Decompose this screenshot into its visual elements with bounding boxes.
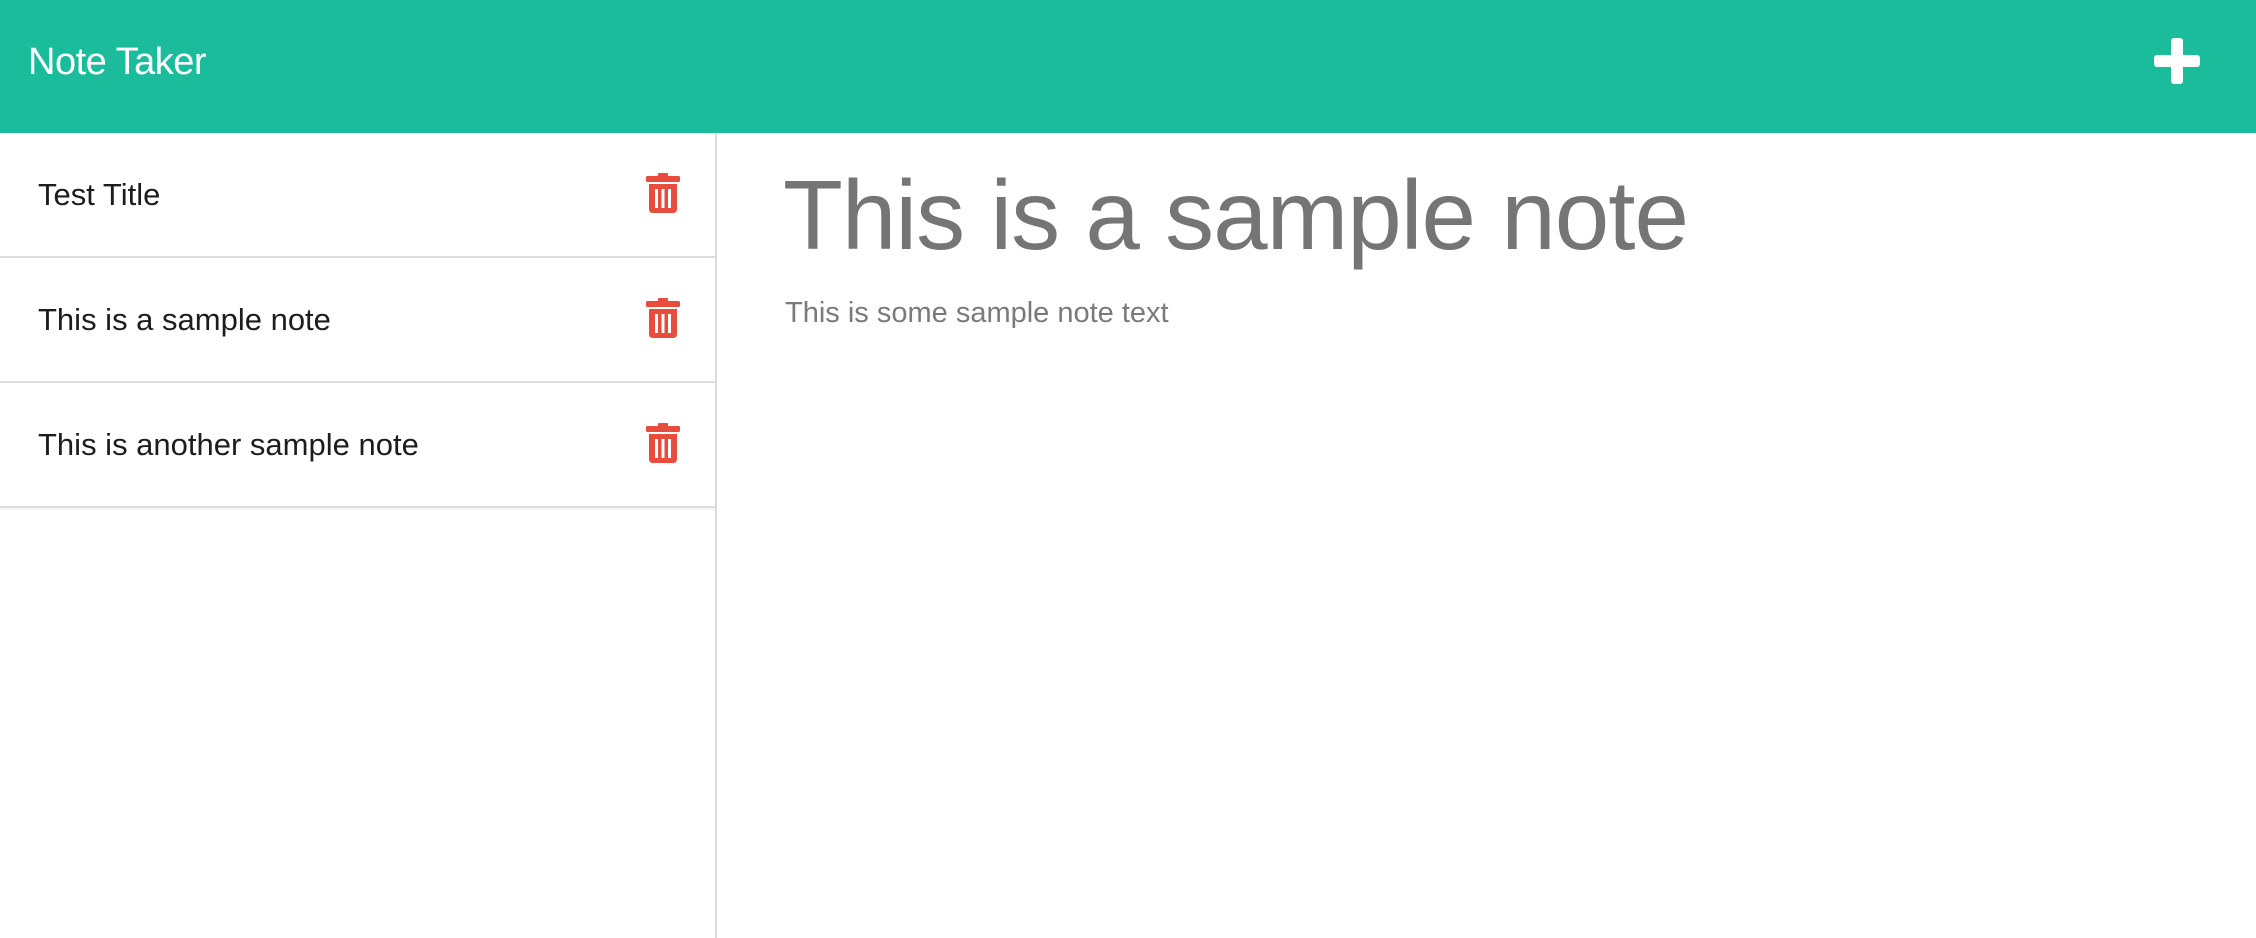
note-editor: This is a sample note This is some sampl… xyxy=(717,133,2256,938)
note-list-title: This is another sample note xyxy=(38,427,419,462)
list-item[interactable]: Test Title xyxy=(0,133,715,258)
list-item[interactable]: This is a sample note xyxy=(0,258,715,383)
app-brand[interactable]: Note Taker xyxy=(28,38,207,86)
trash-icon xyxy=(646,423,680,463)
list-item[interactable]: This is another sample note xyxy=(0,383,715,508)
note-list-title: This is a sample note xyxy=(38,302,331,337)
delete-note-button[interactable] xyxy=(646,298,680,338)
note-list-title: Test Title xyxy=(38,177,161,212)
note-list-sidebar: Test Title This is a sample note This is… xyxy=(0,133,717,938)
trash-icon xyxy=(646,173,680,213)
plus-icon xyxy=(2154,38,2200,84)
delete-note-button[interactable] xyxy=(646,423,680,463)
new-note-button[interactable] xyxy=(2150,34,2204,88)
navbar: Note Taker xyxy=(0,0,2256,133)
trash-icon xyxy=(646,298,680,338)
note-text-area[interactable]: This is some sample note text xyxy=(785,293,1169,333)
note-list: Test Title This is a sample note This is… xyxy=(0,133,715,508)
note-title-input[interactable]: This is a sample note xyxy=(783,155,2183,275)
delete-note-button[interactable] xyxy=(646,173,680,213)
